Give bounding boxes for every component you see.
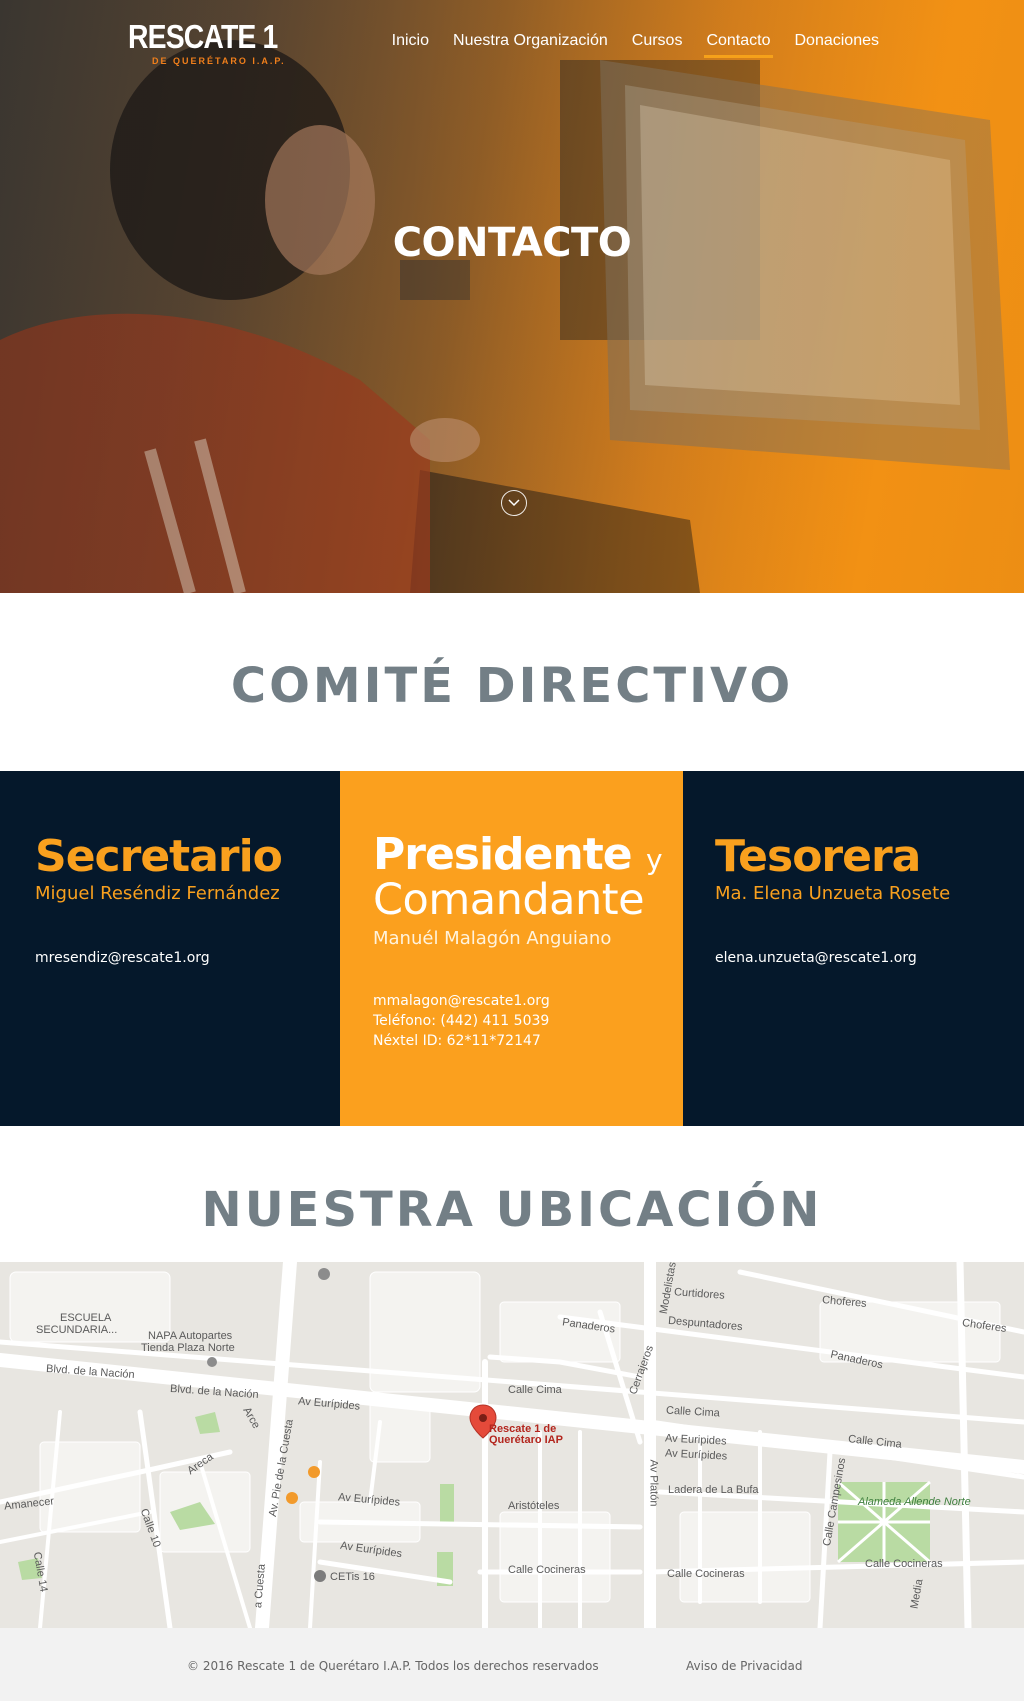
map-label: Calle Cima <box>508 1384 562 1396</box>
member-role: Presidente y <box>373 833 683 877</box>
map-label: NAPA Autopartes <box>148 1330 233 1342</box>
museum-icon[interactable] <box>318 1268 330 1280</box>
map-marker-label[interactable]: Rescate 1 de Querétaro IAP <box>489 1424 563 1446</box>
location-heading: NUESTRA UBICACIÓN <box>201 1182 823 1238</box>
map-label: Calle Cocineras <box>865 1558 943 1570</box>
member-email[interactable]: elena.unzueta@rescate1.org <box>715 948 1024 968</box>
main-nav: Inicio Nuestra Organización Cursos Conta… <box>380 30 891 58</box>
committee-section: Secretario Miguel Reséndiz Fernández mre… <box>0 771 1024 1126</box>
school-icon[interactable] <box>314 1570 326 1582</box>
member-contact: mmalagon@rescate1.org Teléfono: (442) 41… <box>373 991 683 1051</box>
member-role-joiner: y <box>645 843 663 876</box>
map-label: CETis 16 <box>330 1571 375 1583</box>
nav-item-nuestra-organizacion[interactable]: Nuestra Organización <box>441 30 620 58</box>
member-contact: mresendiz@rescate1.org <box>35 948 340 968</box>
privacy-link[interactable]: Aviso de Privacidad <box>686 1659 802 1673</box>
location-map[interactable]: ESCUELA SECUNDARIA... NAPA Autopartes Ti… <box>0 1262 1024 1628</box>
member-email[interactable]: mmalagon@rescate1.org <box>373 991 683 1011</box>
member-role: Tesorera <box>715 831 921 882</box>
nav-item-donaciones[interactable]: Donaciones <box>783 30 892 58</box>
site-logo[interactable]: RESCATE 1 DE QUERÉTARO I.A.P. <box>128 20 288 66</box>
page-title: CONTACTO <box>392 220 632 266</box>
member-role-line2: Comandante <box>373 875 645 925</box>
nav-item-cursos[interactable]: Cursos <box>620 30 695 58</box>
member-card-secretario: Secretario Miguel Reséndiz Fernández mre… <box>0 771 340 1126</box>
map-label: Ladera de La Bufa <box>668 1484 759 1496</box>
committee-heading: COMITÉ DIRECTIVO <box>230 658 794 714</box>
map-label: ESCUELA <box>60 1312 112 1324</box>
nav-item-inicio[interactable]: Inicio <box>380 30 441 58</box>
restaurant-icon[interactable] <box>308 1466 320 1478</box>
map-label: Calle Cocineras <box>667 1568 745 1580</box>
member-phone: Teléfono: (442) 411 5039 <box>373 1013 550 1029</box>
shop-icon[interactable] <box>207 1357 217 1367</box>
map-label: Alameda Allende Norte <box>858 1496 971 1508</box>
member-role: Secretario <box>35 831 283 882</box>
member-role-text: Presidente <box>373 829 633 880</box>
logo-wordmark: RESCATE 1 <box>128 18 278 55</box>
map-label: Tienda Plaza Norte <box>141 1342 235 1354</box>
site-footer: © 2016 Rescate 1 de Querétaro I.A.P. Tod… <box>0 1628 1024 1701</box>
hero-section: RESCATE 1 DE QUERÉTARO I.A.P. Inicio Nue… <box>0 0 1024 593</box>
scroll-down-button[interactable] <box>501 490 527 516</box>
map-label: Av Platón <box>647 1459 660 1507</box>
map-label: SECUNDARIA... <box>36 1324 118 1336</box>
nav-item-contacto[interactable]: Contacto <box>694 30 782 58</box>
member-contact: elena.unzueta@rescate1.org <box>715 948 1024 968</box>
member-name: Ma. Elena Unzueta Rosete <box>715 883 951 904</box>
restaurant-icon[interactable] <box>286 1492 298 1504</box>
map-marker-label-line2: Querétaro IAP <box>489 1434 563 1446</box>
copyright-text: © 2016 Rescate 1 de Querétaro I.A.P. Tod… <box>187 1659 599 1673</box>
member-name: Miguel Reséndiz Fernández <box>35 883 280 904</box>
member-email[interactable]: mresendiz@rescate1.org <box>35 948 340 968</box>
member-name: Manuél Malagón Anguiano <box>373 928 612 949</box>
member-card-presidente: Presidente y Comandante Manuél Malagón A… <box>340 771 683 1126</box>
logo-subtitle: DE QUERÉTARO I.A.P. <box>152 56 286 66</box>
map-label: Aristóteles <box>508 1500 560 1512</box>
map-label: Calle Cocineras <box>508 1564 586 1576</box>
chevron-down-icon <box>508 499 520 507</box>
member-card-tesorera: Tesorera Ma. Elena Unzueta Rosete elena.… <box>683 771 1024 1126</box>
member-nextel: Néxtel ID: 62*11*72147 <box>373 1033 541 1049</box>
